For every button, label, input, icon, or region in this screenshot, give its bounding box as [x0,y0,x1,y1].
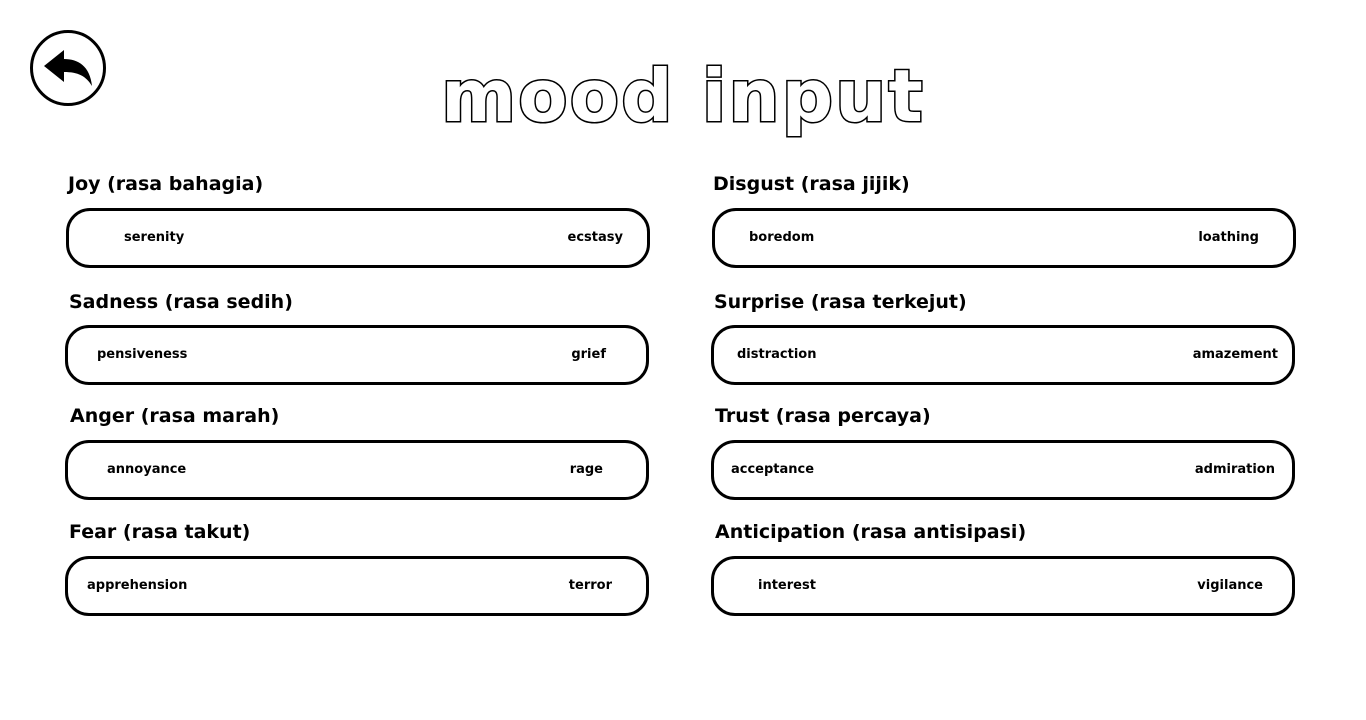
slider-low-label: distraction [737,347,817,362]
slider-high-label: admiration [1194,462,1275,477]
mood-label-anger: Anger (rasa marah) [70,405,280,427]
mood-slider-surprise[interactable]: distraction amazement [711,325,1295,385]
mood-label-joy: Joy (rasa bahagia) [68,173,264,195]
slider-high-label: grief [571,347,606,362]
slider-high-label: ecstasy [567,230,623,245]
slider-high-label: loathing [1198,230,1259,245]
slider-low-label: acceptance [731,462,815,477]
slider-low-label: pensiveness [97,347,188,362]
slider-low-label: interest [758,578,816,593]
mood-slider-anticipation[interactable]: interest vigilance [711,556,1295,616]
slider-low-label: apprehension [87,578,188,593]
mood-slider-anger[interactable]: annoyance rage [65,440,649,500]
mood-label-disgust: Disgust (rasa jijik) [713,173,910,195]
page-title: mood input [440,53,925,140]
slider-high-label: terror [568,578,612,593]
mood-label-sadness: Sadness (rasa sedih) [69,291,293,313]
mood-slider-trust[interactable]: acceptance admiration [711,440,1295,500]
slider-low-label: annoyance [107,462,187,477]
mood-label-fear: Fear (rasa takut) [69,521,251,543]
slider-low-label: serenity [124,230,185,245]
mood-slider-disgust[interactable]: boredom loathing [712,208,1296,268]
mood-label-anticipation: Anticipation (rasa antisipasi) [715,521,1027,543]
slider-high-label: amazement [1192,347,1278,362]
slider-high-label: vigilance [1197,578,1263,593]
mood-label-trust: Trust (rasa percaya) [715,405,931,427]
mood-slider-joy[interactable]: serenity ecstasy [66,208,650,268]
slider-high-label: rage [569,462,603,477]
slider-low-label: boredom [749,230,815,245]
mood-label-surprise: Surprise (rasa terkejut) [714,291,967,313]
mood-slider-fear[interactable]: apprehension terror [65,556,649,616]
mood-slider-sadness[interactable]: pensiveness grief [65,325,649,385]
